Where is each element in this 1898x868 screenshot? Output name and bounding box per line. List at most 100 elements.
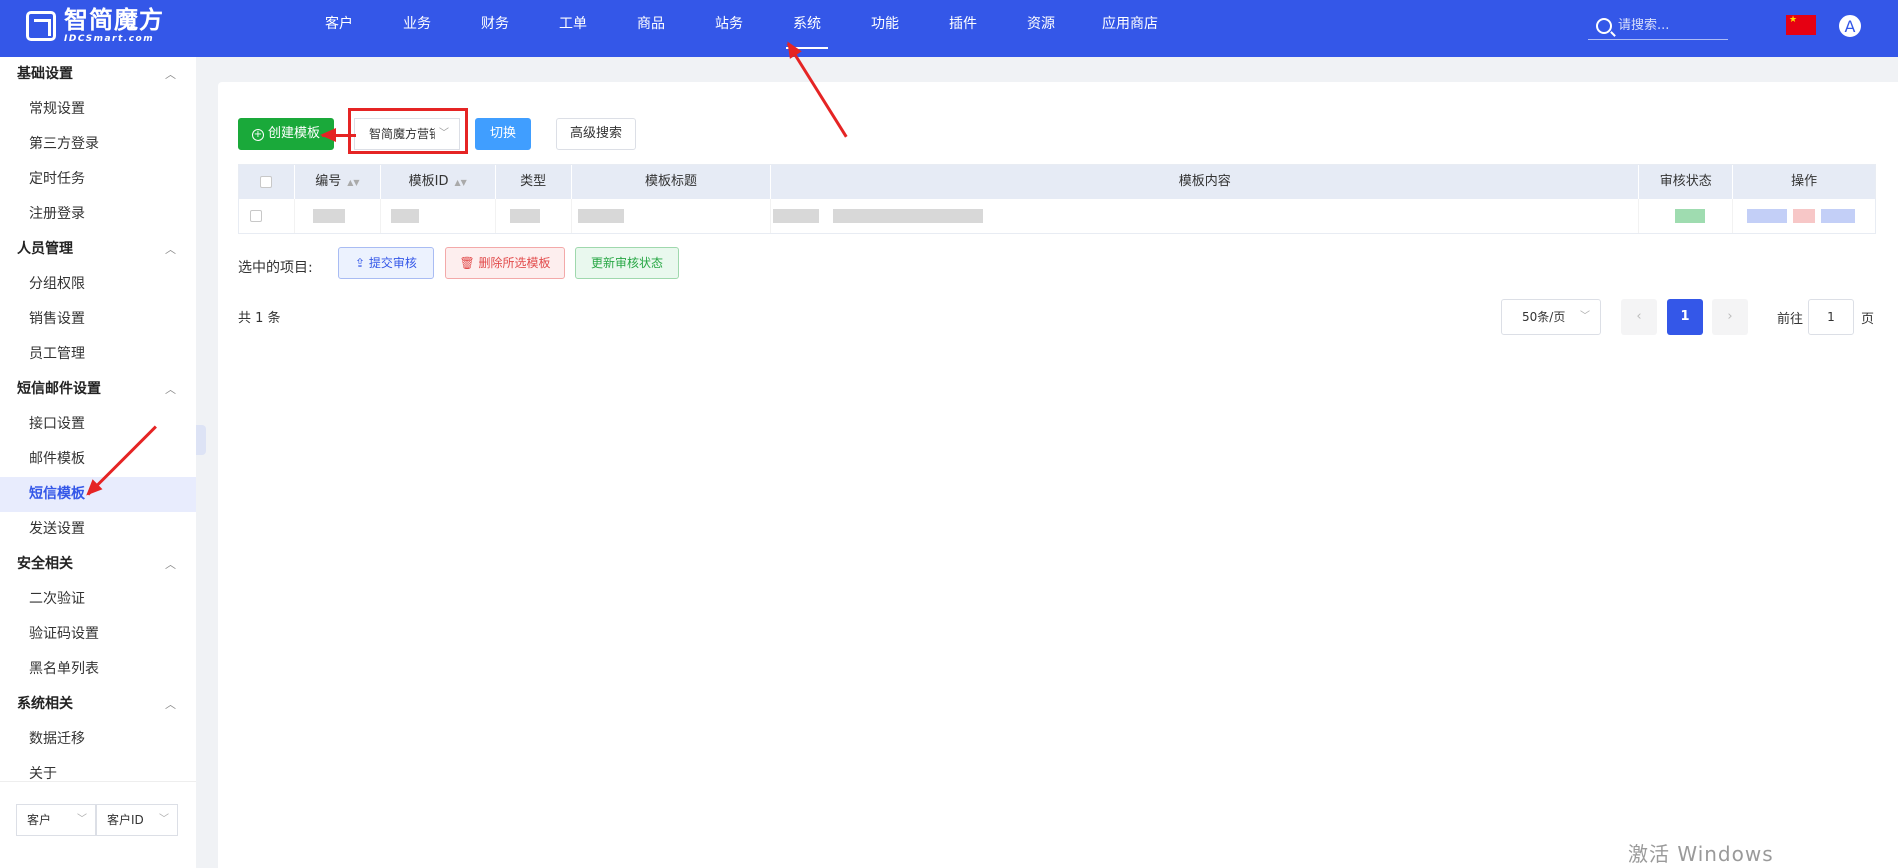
trash-icon: 🗑: [459, 256, 475, 270]
switch-button[interactable]: 切换: [475, 118, 531, 150]
sidebar-item-group-permission[interactable]: 分组权限: [0, 267, 196, 302]
goto-label: 前往: [1777, 312, 1804, 327]
chevron-down-icon: ﹀: [77, 814, 87, 825]
sidebar-item-general[interactable]: 常规设置: [0, 92, 196, 127]
chevron-down-icon: ﹀: [1580, 311, 1590, 322]
page-number[interactable]: 1: [1667, 299, 1703, 335]
review-action[interactable]: [1821, 209, 1856, 223]
sort-icon[interactable]: ▲▼: [455, 178, 467, 187]
delete-action[interactable]: [1793, 209, 1816, 223]
nav-item-system[interactable]: 系统: [768, 0, 846, 57]
sidebar-group-staff[interactable]: 人员管理 ︿: [0, 232, 196, 267]
redacted-cell: [312, 209, 345, 223]
sidebar-item-oauth[interactable]: 第三方登录: [0, 127, 196, 162]
col-title: 模板标题: [572, 165, 772, 199]
chevron-down-icon: ﹀: [159, 814, 169, 825]
logo-title: 智简魔方: [64, 6, 164, 34]
nav-item-finance[interactable]: 财务: [456, 0, 534, 57]
sidebar-customer-search: 客户 ﹀ 客户ID ﹀: [0, 781, 196, 868]
nav-item-app-store[interactable]: 应用商店: [1080, 0, 1180, 57]
search-icon[interactable]: [1596, 17, 1612, 34]
col-template-id[interactable]: 模板ID ▲▼: [381, 165, 496, 199]
chevron-up-icon: ︿: [165, 698, 176, 711]
select-all-checkbox[interactable]: [260, 175, 273, 188]
global-search-input[interactable]: [1618, 18, 1728, 33]
chevron-up-icon: ︿: [165, 558, 176, 571]
sidebar-group-sms-email[interactable]: 短信邮件设置 ︿: [0, 372, 196, 407]
redacted-cell: [773, 209, 820, 223]
goto-suffix: 页: [1861, 312, 1875, 327]
redacted-cell: [390, 209, 419, 223]
table-row: [239, 199, 1875, 233]
main-nav: 客户 业务 财务 工单 商品 站务 系统 功能 插件 资源 应用商店: [300, 0, 1180, 57]
highlight-box: [348, 108, 468, 154]
sidebar-item-migration[interactable]: 数据迁移: [0, 722, 196, 757]
submit-review-button[interactable]: ⇪ 提交审核: [338, 247, 434, 279]
logo-subtitle: IDCSmart.com: [64, 34, 155, 44]
logo-mark-icon: [26, 11, 56, 41]
advanced-search-button[interactable]: 高级搜索: [556, 118, 636, 150]
sort-icon[interactable]: ▲▼: [347, 178, 359, 187]
redacted-cell: [577, 209, 624, 223]
sidebar-collapse-handle[interactable]: [196, 425, 206, 455]
chevron-right-icon: ›: [1727, 309, 1733, 324]
row-checkbox[interactable]: [250, 210, 262, 222]
sidebar-item-2fa[interactable]: 二次验证: [0, 582, 196, 617]
page-size-select[interactable]: 50条/页 ﹀: [1501, 299, 1601, 335]
delete-selected-button[interactable]: 🗑 删除所选模板: [445, 247, 565, 279]
next-page-button[interactable]: ›: [1712, 299, 1748, 335]
sidebar-item-interface[interactable]: 接口设置: [0, 407, 196, 442]
nav-item-plugin[interactable]: 插件: [924, 0, 1002, 57]
chevron-up-icon: ︿: [165, 243, 176, 256]
sidebar-item-sales[interactable]: 销售设置: [0, 302, 196, 337]
logo[interactable]: 智简魔方 IDCSmart.com: [26, 8, 164, 44]
chevron-up-icon: ︿: [165, 68, 176, 81]
sidebar-item-register[interactable]: 注册登录: [0, 197, 196, 232]
sidebar-item-blacklist[interactable]: 黑名单列表: [0, 652, 196, 687]
col-id[interactable]: 编号 ▲▼: [295, 165, 381, 199]
goto-page-input[interactable]: 1: [1808, 299, 1854, 335]
top-navbar: 智简魔方 IDCSmart.com 客户 业务 财务 工单 商品 站务 系统 功…: [0, 0, 1898, 57]
selected-items-label: 选中的项目:: [238, 260, 313, 276]
sidebar-group-system[interactable]: 系统相关 ︿: [0, 687, 196, 722]
plus-circle-icon: +: [251, 129, 264, 141]
nav-item-function[interactable]: 功能: [846, 0, 924, 57]
template-table: 编号 ▲▼ 模板ID ▲▼ 类型 模板标题 模板内容 审核状态 操作: [238, 164, 1876, 234]
redacted-cell: [833, 209, 984, 223]
main-content: + 创建模板 智简魔方营销 ﹀ 切换 高级搜索 编号 ▲▼ 模板ID ▲▼ 类型 模板标…: [218, 82, 1898, 868]
sidebar-group-security[interactable]: 安全相关 ︿: [0, 547, 196, 582]
sidebar-item-captcha[interactable]: 验证码设置: [0, 617, 196, 652]
col-actions: 操作: [1791, 174, 1818, 189]
total-count: 共 1 条: [238, 311, 281, 326]
sidebar-group-basic[interactable]: 基础设置 ︿: [0, 57, 196, 92]
col-content: 模板内容: [771, 165, 1640, 199]
sidebar-item-send-settings[interactable]: 发送设置: [0, 512, 196, 547]
nav-item-business[interactable]: 业务: [378, 0, 456, 57]
sidebar-item-email-template[interactable]: 邮件模板: [0, 442, 196, 477]
chevron-up-icon: ︿: [165, 383, 176, 396]
nav-item-ticket[interactable]: 工单: [534, 0, 612, 57]
nav-item-site[interactable]: 站务: [690, 0, 768, 57]
status-badge: [1675, 209, 1706, 223]
redacted-cell: [509, 209, 540, 223]
col-type: 类型: [496, 165, 572, 199]
edit-action[interactable]: [1747, 209, 1788, 223]
annotation-arrow-create: [320, 128, 356, 142]
cn-flag-icon[interactable]: [1786, 15, 1816, 35]
sidebar-item-cron[interactable]: 定时任务: [0, 162, 196, 197]
customer-type-select[interactable]: 客户 ﹀: [16, 804, 96, 836]
sidebar-item-staff[interactable]: 员工管理: [0, 337, 196, 372]
nav-item-resource[interactable]: 资源: [1002, 0, 1080, 57]
col-review-status: 审核状态: [1639, 165, 1734, 199]
prev-page-button[interactable]: ‹: [1621, 299, 1657, 335]
table-header: 编号 ▲▼ 模板ID ▲▼ 类型 模板标题 模板内容 审核状态 操作: [239, 165, 1875, 199]
update-review-status-button[interactable]: 更新审核状态: [575, 247, 679, 279]
avatar[interactable]: A: [1838, 14, 1862, 38]
chevron-left-icon: ‹: [1636, 309, 1642, 324]
customer-field-select[interactable]: 客户ID ﹀: [96, 804, 178, 836]
nav-item-customer[interactable]: 客户: [300, 0, 378, 57]
global-search: [1588, 12, 1728, 40]
nav-item-product[interactable]: 商品: [612, 0, 690, 57]
windows-activation-watermark: 激活 Windows: [1628, 842, 1774, 866]
sidebar: 基础设置 ︿ 常规设置 第三方登录 定时任务 注册登录 人员管理 ︿ 分组权限 销售…: [0, 57, 196, 868]
